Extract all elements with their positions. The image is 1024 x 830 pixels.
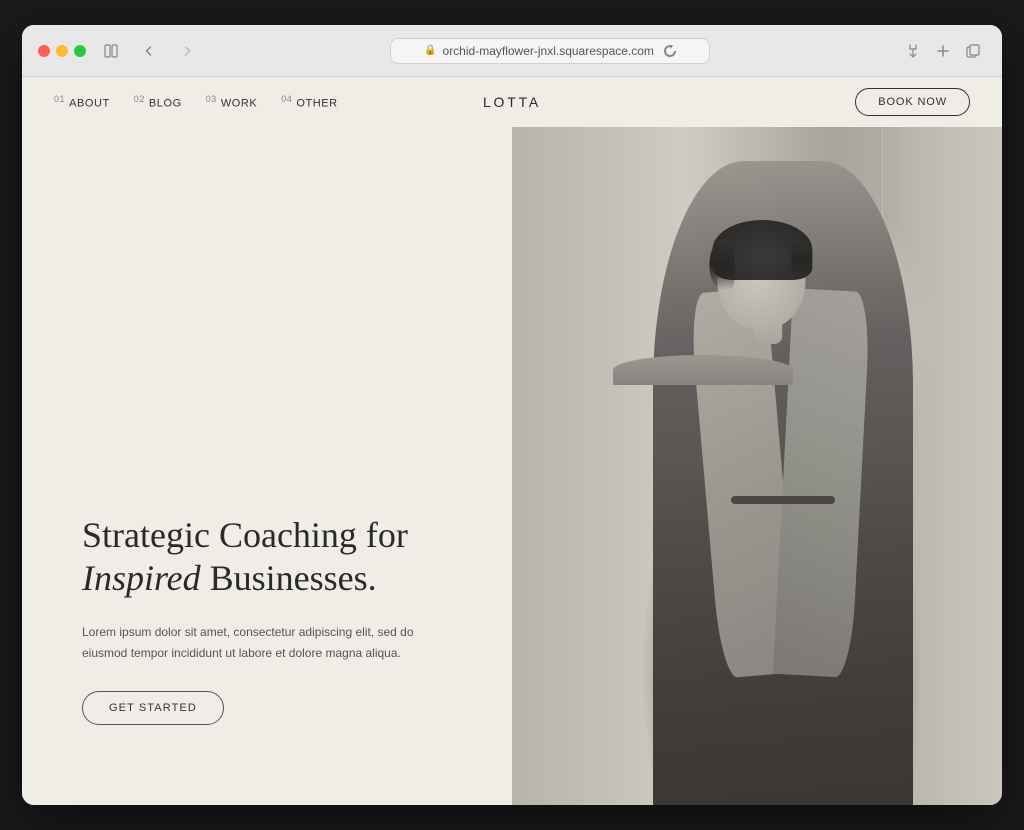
- traffic-lights: [38, 45, 86, 57]
- hero-subtitle: Lorem ipsum dolor sit amet, consectetur …: [82, 622, 422, 663]
- nav-item-about[interactable]: 01ABOUT: [54, 94, 110, 110]
- hero-title-line2: Businesses.: [210, 558, 377, 598]
- nav-item-blog[interactable]: 02BLOG: [134, 94, 182, 110]
- book-now-button[interactable]: BOOK NOW: [855, 88, 970, 116]
- navigation: 01ABOUT 02BLOG 03WORK 04OTHER LOTTA BOOK…: [22, 77, 1002, 127]
- url-text: orchid-mayflower-jnxl.squarespace.com: [443, 44, 654, 58]
- figure-shoulders: [613, 355, 793, 385]
- back-button[interactable]: [136, 38, 162, 64]
- sidebar-toggle-button[interactable]: [98, 38, 124, 64]
- new-tab-button[interactable]: [930, 38, 956, 64]
- nav-item-other[interactable]: 04OTHER: [281, 94, 337, 110]
- minimize-button[interactable]: [56, 45, 68, 57]
- browser-actions: [900, 38, 986, 64]
- forward-button[interactable]: [174, 38, 200, 64]
- share-button[interactable]: [900, 38, 926, 64]
- address-bar-container: 🔒 orchid-mayflower-jnxl.squarespace.com: [212, 38, 888, 64]
- maximize-button[interactable]: [74, 45, 86, 57]
- close-button[interactable]: [38, 45, 50, 57]
- person-container: [512, 127, 1002, 805]
- hero-title: Strategic Coaching for Inspired Business…: [82, 514, 422, 600]
- nav-right: BOOK NOW: [855, 88, 970, 116]
- hero-content: Strategic Coaching for Inspired Business…: [82, 514, 422, 725]
- duplicate-button[interactable]: [960, 38, 986, 64]
- hero-left: Strategic Coaching for Inspired Business…: [22, 127, 512, 805]
- lock-icon: 🔒: [424, 45, 436, 56]
- site-logo[interactable]: LOTTA: [483, 94, 541, 110]
- address-bar[interactable]: 🔒 orchid-mayflower-jnxl.squarespace.com: [390, 38, 710, 64]
- browser-chrome: 🔒 orchid-mayflower-jnxl.squarespace.com: [22, 25, 1002, 77]
- figure-head: [717, 230, 805, 330]
- nav-left: 01ABOUT 02BLOG 03WORK 04OTHER: [54, 94, 338, 110]
- reload-icon[interactable]: [664, 45, 676, 57]
- website-content: 01ABOUT 02BLOG 03WORK 04OTHER LOTTA BOOK…: [22, 77, 1002, 805]
- hero-section: Strategic Coaching for Inspired Business…: [22, 127, 1002, 805]
- nav-item-work[interactable]: 03WORK: [206, 94, 258, 110]
- browser-window: 🔒 orchid-mayflower-jnxl.squarespace.com: [22, 25, 1002, 805]
- hero-photo-panel: [512, 127, 1002, 805]
- get-started-button[interactable]: GET STARTED: [82, 691, 224, 725]
